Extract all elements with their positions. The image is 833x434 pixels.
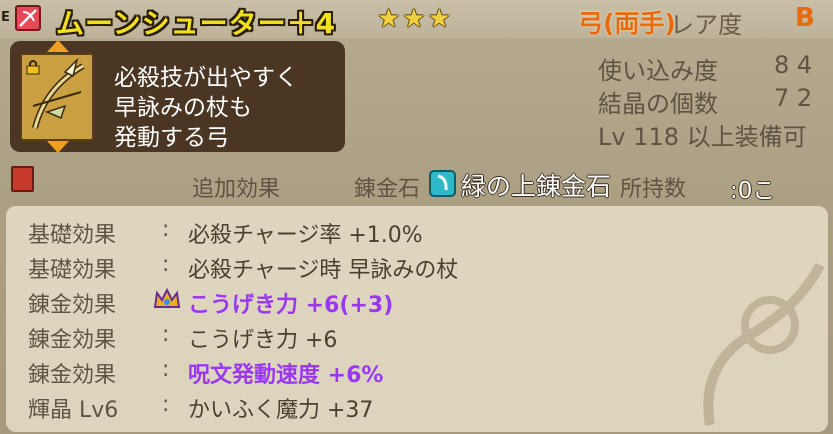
book-icon[interactable] (11, 166, 34, 192)
owned-count-value: :0こ (730, 178, 776, 204)
rarity-value: B (795, 3, 815, 33)
effect-separator: : (162, 357, 170, 382)
description-line-2: 早詠みの杖も (114, 95, 252, 121)
effect-value-3: こうげき力 +6(+3) (188, 293, 394, 318)
lock-icon (26, 60, 40, 75)
effect-value-2: 必殺チャージ時 早詠みの杖 (188, 258, 459, 283)
equipment-slot-icon (15, 5, 41, 31)
effect-separator: : (162, 252, 170, 277)
alchemy-stone-label: 錬金石 (354, 177, 421, 202)
scroll-up-arrow-icon[interactable] (47, 40, 69, 52)
effect-separator: : (162, 217, 170, 242)
effect-value-4: こうげき力 +6 (188, 328, 338, 353)
description-line-1: 必殺技が出やすく (114, 65, 298, 91)
usage-label: 使い込み度 (598, 57, 718, 85)
ornament-decoration (703, 262, 825, 426)
item-header: E ムーンシューター＋4 ★★★ 弓(両手) レア度 B (0, 0, 833, 40)
effect-separator: : (162, 322, 170, 347)
item-name: ムーンシューター＋4 (56, 7, 337, 40)
weapon-type: 弓(両手) (578, 9, 676, 38)
crown-icon (153, 287, 181, 308)
added-effects-label: 追加効果 (192, 177, 281, 202)
usage-value: 8 4 (774, 51, 813, 79)
effect-label-1: 基礎効果 (28, 223, 117, 248)
rarity-label: レア度 (670, 11, 742, 39)
effect-value-5: 呪文発動速度 +6% (188, 363, 384, 388)
effect-label-3: 錬金効果 (28, 293, 117, 318)
weapon-portrait (20, 53, 94, 141)
owned-count-label: 所持数 (620, 177, 687, 202)
crystals-label: 結晶の個数 (598, 90, 718, 118)
effect-value-1: 必殺チャージ率 +1.0% (188, 223, 423, 248)
effect-label-4: 錬金効果 (28, 328, 117, 353)
effect-label-2: 基礎効果 (28, 258, 117, 283)
green-gem-icon (429, 170, 456, 197)
crystals-value: 7 2 (774, 84, 813, 112)
level-requirement: Lv 118 以上装備可 (598, 123, 807, 151)
effect-label-5: 錬金効果 (28, 363, 117, 388)
effect-label-6: 輝晶 Lv6 (28, 398, 119, 423)
star-rating: ★★★ (377, 4, 453, 34)
equipped-marker: E (1, 10, 10, 25)
scroll-down-arrow-icon[interactable] (47, 141, 69, 153)
effect-value-6: かいふく魔力 +37 (188, 398, 374, 423)
effect-separator: : (162, 392, 170, 417)
alchemy-stone-name: 緑の上錬金石 (461, 172, 612, 201)
description-line-3: 発動する弓 (114, 125, 229, 151)
